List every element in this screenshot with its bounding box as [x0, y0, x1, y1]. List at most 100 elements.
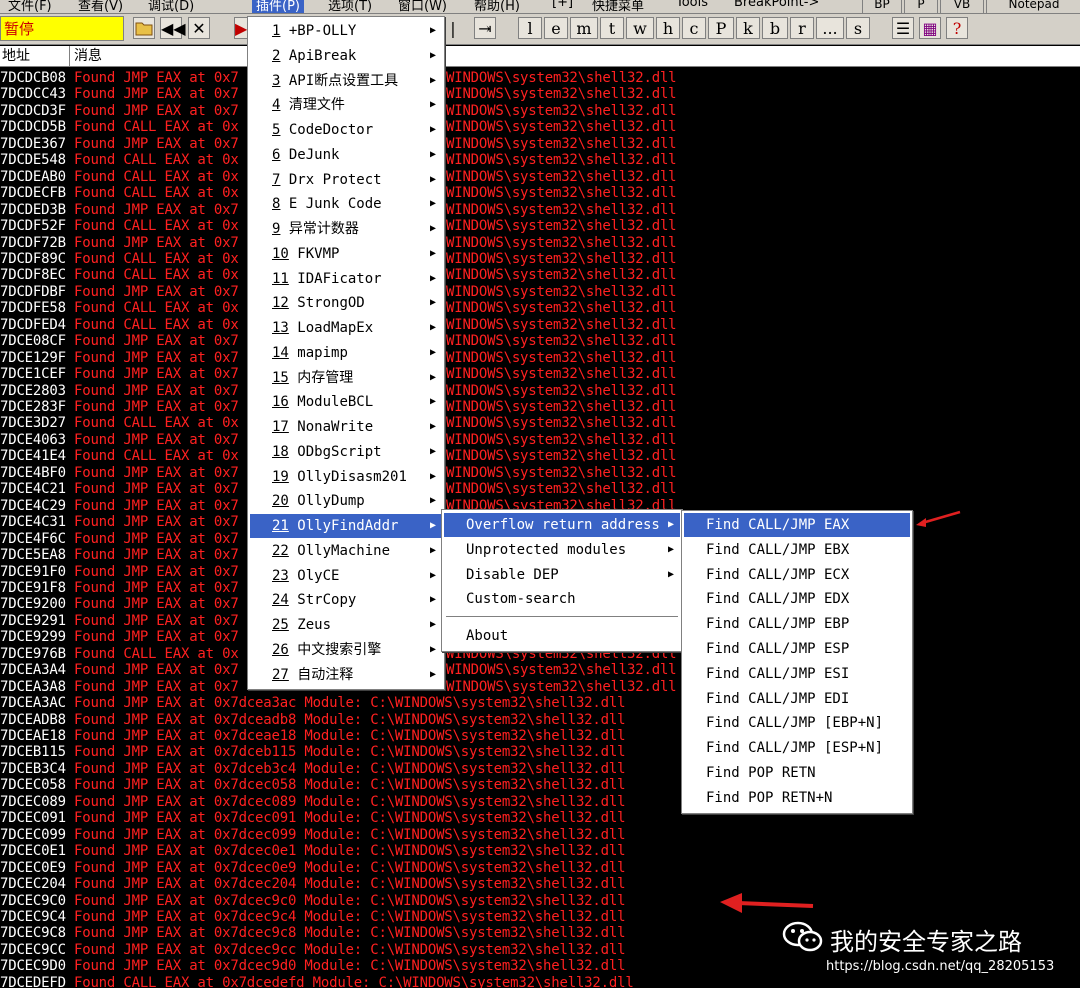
menubar-item[interactable]: BreakPoint-> [734, 0, 819, 13]
log-row[interactable]: 7DCDF89C Found CALL EAX at 0x WINDOWS\syst… [0, 251, 1080, 267]
plugin-menu-item[interactable]: 27 自动注释 ▶ [250, 663, 442, 687]
findaddr-menu-item[interactable]: Disable DEP ▶ [444, 563, 680, 587]
help-icon[interactable]: ? [946, 17, 968, 39]
log-row[interactable]: 7DCDFE58 Found CALL EAX at 0x WINDOWS\syst… [0, 300, 1080, 316]
log-row[interactable]: 7DCEAE18 Found JMP EAX at 0x7dceae18 Modu… [0, 728, 1080, 744]
overflow-menu-item[interactable]: Find CALL/JMP [EBP+N] [684, 711, 910, 735]
menubar-button[interactable]: BP [862, 0, 902, 13]
log-row[interactable]: 7DCE08CF Found JMP EAX at 0x7 WINDOWS\syst… [0, 333, 1080, 349]
log-row[interactable]: 7DCDCC43 Found JMP EAX at 0x7 WINDOWS\syst… [0, 86, 1080, 102]
plugin-menu-item[interactable]: 17 NonaWrite ▶ [250, 415, 442, 439]
plugin-menu-item[interactable]: 11 IDAFicator ▶ [250, 267, 442, 291]
overflow-menu-item[interactable]: Find CALL/JMP EDI [684, 687, 910, 711]
log-row[interactable]: 7DCE4C21 Found JMP EAX at 0x7 WINDOWS\syst… [0, 481, 1080, 497]
log-row[interactable]: 7DCDECFB Found CALL EAX at 0x WINDOWS\syst… [0, 185, 1080, 201]
log-row[interactable]: 7DCDF8EC Found CALL EAX at 0x WINDOWS\syst… [0, 267, 1080, 283]
overflow-menu-item[interactable]: Find CALL/JMP EAX [684, 513, 910, 537]
plugin-menu-item[interactable]: 4 清理文件 ▶ [250, 93, 442, 117]
log-row[interactable]: 7DCE1CEF Found JMP EAX at 0x7 WINDOWS\syst… [0, 366, 1080, 382]
execute-till-return-icon[interactable]: ⇥ [474, 17, 496, 39]
plugin-menu-item[interactable]: 3 API断点设置工具 ▶ [250, 69, 442, 93]
toolbar-window-button[interactable]: w [626, 17, 654, 39]
plugin-menu-item[interactable]: 5 CodeDoctor ▶ [250, 118, 442, 142]
menubar-item[interactable]: 窗口(W) [398, 0, 447, 13]
toolbar-window-button[interactable]: l [518, 17, 542, 39]
menubar-item[interactable]: 查看(V) [78, 0, 123, 13]
toolbar-window-button[interactable]: P [708, 17, 734, 39]
about-menu-item[interactable]: About [444, 624, 680, 648]
plugin-menu-item[interactable]: 7 Drx Protect ▶ [250, 168, 442, 192]
log-row[interactable]: 7DCDED3B Found JMP EAX at 0x7 WINDOWS\syst… [0, 202, 1080, 218]
plugin-menu-item[interactable]: 1 +BP-OLLY ▶ [250, 19, 442, 43]
plugin-menu-item[interactable]: 23 OlyCE ▶ [250, 564, 442, 588]
plugin-menu-item[interactable]: 8 E Junk Code ▶ [250, 192, 442, 216]
menubar-item[interactable]: 帮助(H) [474, 0, 520, 13]
overflow-menu-item[interactable]: Find POP RETN+N [684, 786, 910, 810]
overflow-menu-item[interactable]: Find CALL/JMP EBX [684, 538, 910, 562]
plugin-menu-item[interactable]: 24 StrCopy ▶ [250, 588, 442, 612]
overflow-menu-item[interactable]: Find CALL/JMP ECX [684, 563, 910, 587]
findaddr-menu-item[interactable]: Unprotected modules ▶ [444, 538, 680, 562]
findaddr-menu-item[interactable]: Overflow return address ▶ [444, 513, 680, 537]
log-row[interactable]: 7DCE129F Found JMP EAX at 0x7 WINDOWS\syst… [0, 350, 1080, 366]
open-folder-icon[interactable] [133, 17, 155, 39]
log-row[interactable]: 7DCEB115 Found JMP EAX at 0x7dceb115 Modu… [0, 744, 1080, 760]
log-row[interactable]: 7DCEC0E1 Found JMP EAX at 0x7dcec0e1 Modu… [0, 843, 1080, 859]
log-row[interactable]: 7DCDFDBF Found JMP EAX at 0x7 WINDOWS\syst… [0, 284, 1080, 300]
overflow-menu-item[interactable]: Find CALL/JMP EDX [684, 587, 910, 611]
column-divider[interactable] [69, 46, 70, 66]
overflow-menu-item[interactable]: Find POP RETN [684, 761, 910, 785]
log-row[interactable]: 7DCEC058 Found JMP EAX at 0x7dcec058 Modu… [0, 777, 1080, 793]
overflow-menu-item[interactable]: Find CALL/JMP [ESP+N] [684, 736, 910, 760]
log-row[interactable]: 7DCE2803 Found JMP EAX at 0x7 WINDOWS\syst… [0, 383, 1080, 399]
menubar-item[interactable]: [+] [552, 0, 573, 13]
plugin-menu-item[interactable]: 21 OllyFindAddr ▶ [250, 514, 442, 538]
plugin-menu-item[interactable]: 20 OllyDump ▶ [250, 489, 442, 513]
log-row[interactable]: 7DCDCD3F Found JMP EAX at 0x7 WINDOWS\syst… [0, 103, 1080, 119]
plugin-menu-item[interactable]: 15 内存管理 ▶ [250, 366, 442, 390]
log-row[interactable]: 7DCDE548 Found CALL EAX at 0x WINDOWS\syst… [0, 152, 1080, 168]
log-row[interactable]: 7DCE4063 Found JMP EAX at 0x7 WINDOWS\syst… [0, 432, 1080, 448]
plugin-menu-item[interactable]: 13 LoadMapEx ▶ [250, 316, 442, 340]
log-row[interactable]: 7DCE283F Found JMP EAX at 0x7 WINDOWS\syst… [0, 399, 1080, 415]
menubar-button[interactable]: P [904, 0, 938, 13]
log-row[interactable]: 7DCE4BF0 Found JMP EAX at 0x7 WINDOWS\syst… [0, 465, 1080, 481]
menubar-item[interactable]: 插件(P) [252, 0, 304, 13]
plugin-menu-item[interactable]: 18 ODbgScript ▶ [250, 440, 442, 464]
log-row[interactable]: 7DCEC9C0 Found JMP EAX at 0x7dcec9c0 Modu… [0, 893, 1080, 909]
overflow-menu-item[interactable]: Find CALL/JMP ESP [684, 637, 910, 661]
list-icon[interactable]: ☰ [892, 17, 914, 39]
log-row[interactable]: 7DCDF52F Found CALL EAX at 0x WINDOWS\syst… [0, 218, 1080, 234]
log-row[interactable]: 7DCDCD5B Found CALL EAX at 0x WINDOWS\syst… [0, 119, 1080, 135]
log-row[interactable]: 7DCEDEFD Found CALL EAX at 0x7dcedefd Mod… [0, 975, 1080, 988]
plugin-menu-item[interactable]: 19 OllyDisasm201 ▶ [250, 465, 442, 489]
overflow-menu-item[interactable]: Find CALL/JMP EBP [684, 612, 910, 636]
log-row[interactable]: 7DCE3D27 Found CALL EAX at 0x WINDOWS\syst… [0, 415, 1080, 431]
plugin-menu-item[interactable]: 9 异常计数器 ▶ [250, 217, 442, 241]
log-row[interactable]: 7DCEA3A8 Found JMP EAX at 0x7 WINDOWS\syst… [0, 679, 1080, 695]
log-row[interactable]: 7DCDE367 Found JMP EAX at 0x7 WINDOWS\syst… [0, 136, 1080, 152]
overflow-menu-item[interactable]: Find CALL/JMP ESI [684, 662, 910, 686]
toolbar-window-button[interactable]: t [600, 17, 624, 39]
toolbar-window-button[interactable]: e [544, 17, 568, 39]
menubar-item[interactable]: 文件(F) [8, 0, 52, 13]
log-row[interactable]: 7DCEC089 Found JMP EAX at 0x7dcec089 Modu… [0, 794, 1080, 810]
log-row[interactable]: 7DCEA3A4 Found JMP EAX at 0x7 WINDOWS\syst… [0, 662, 1080, 678]
plugin-menu-item[interactable]: 14 mapimp ▶ [250, 341, 442, 365]
log-row[interactable]: 7DCEC091 Found JMP EAX at 0x7dcec091 Modu… [0, 810, 1080, 826]
plugin-menu-item[interactable]: 12 StrongOD ▶ [250, 291, 442, 315]
plugin-menu-item[interactable]: 2 ApiBreak ▶ [250, 44, 442, 68]
log-row[interactable]: 7DCEADB8 Found JMP EAX at 0x7dceadb8 Modu… [0, 712, 1080, 728]
windows-icon[interactable]: ▦ [919, 17, 941, 39]
findaddr-menu-item[interactable]: Custom-search [444, 587, 680, 611]
menubar-button[interactable]: Notepad [986, 0, 1080, 13]
toolbar-window-button[interactable]: r [790, 17, 814, 39]
log-row[interactable]: 7DCDF72B Found JMP EAX at 0x7 WINDOWS\syst… [0, 235, 1080, 251]
rewind-icon[interactable]: ◀◀ [160, 17, 186, 39]
toolbar-window-button[interactable]: c [682, 17, 706, 39]
toolbar-window-button[interactable]: h [656, 17, 680, 39]
plugin-menu-item[interactable]: 22 OllyMachine ▶ [250, 539, 442, 563]
log-row[interactable]: 7DCE41E4 Found CALL EAX at 0x WINDOWS\syst… [0, 448, 1080, 464]
run-icon[interactable]: ▶ [234, 17, 248, 39]
close-icon[interactable]: ✕ [188, 17, 210, 39]
